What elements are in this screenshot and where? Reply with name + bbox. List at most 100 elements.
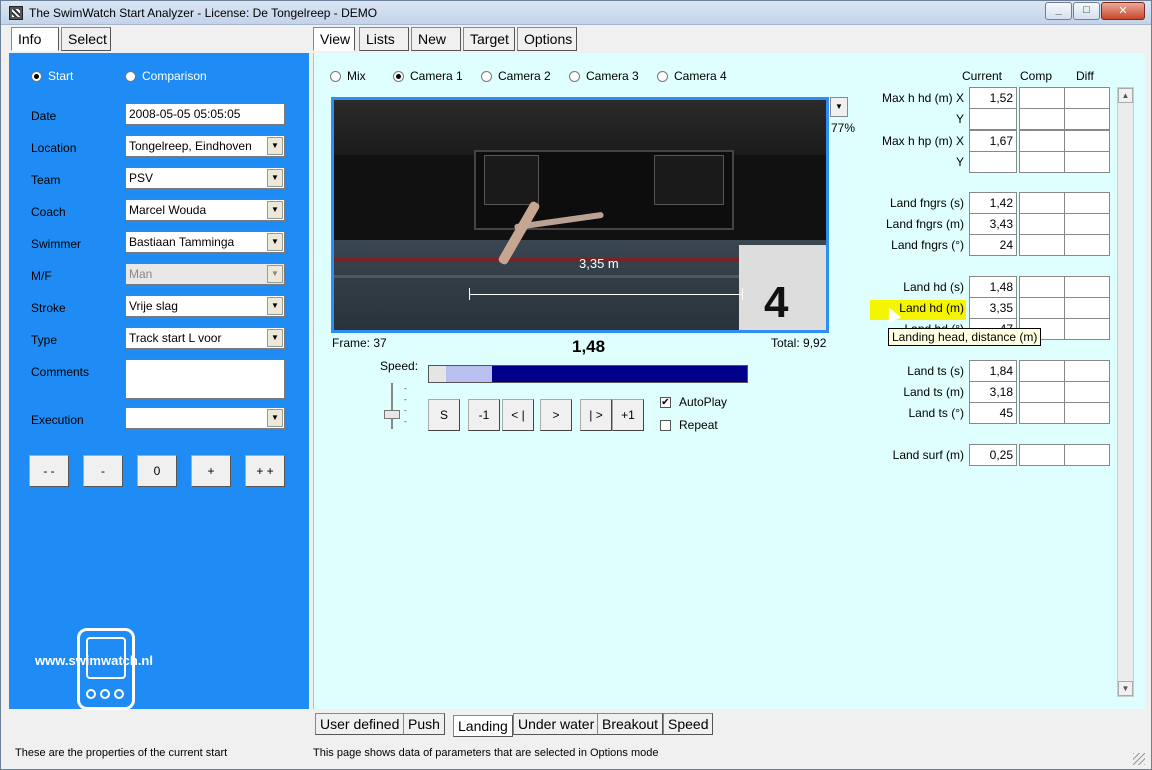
tab-lists[interactable]: Lists [359,27,409,51]
swimmer-select[interactable]: Bastiaan Tamminga ▼ [125,231,285,253]
tab-select[interactable]: Select [61,27,111,51]
camera-4-radio[interactable]: Camera 4 [657,69,727,83]
execution-select[interactable]: ▼ [125,407,285,429]
repeat-checkbox[interactable]: Repeat [660,418,718,432]
autoplay-checkbox[interactable]: ✔ AutoPlay [660,395,727,409]
team-select[interactable]: PSV ▼ [125,167,285,189]
tab-push[interactable]: Push [403,713,445,735]
tab-under-water[interactable]: Under water [513,713,600,735]
tab-user-defined[interactable]: User defined [315,713,405,735]
current-cell[interactable]: 1,67 [969,130,1017,152]
comp-cell[interactable] [1019,276,1067,298]
scroll-up-icon[interactable]: ▲ [1118,88,1133,103]
current-cell[interactable]: 1,48 [969,276,1017,298]
date-field[interactable]: 2008-05-05 05:05:05 [125,103,285,125]
dropdown-arrow-icon[interactable]: ▼ [267,297,283,315]
tab-target[interactable]: Target [463,27,515,51]
step-zero-button[interactable]: 0 [137,455,177,487]
current-cell[interactable]: 3,43 [969,213,1017,235]
camera-3-radio[interactable]: Camera 3 [569,69,639,83]
play-button[interactable]: > [540,399,572,431]
tab-info[interactable]: Info [11,27,59,51]
speed-slider-thumb[interactable] [384,410,400,419]
dropdown-arrow-icon[interactable]: ▼ [267,409,283,427]
diff-cell[interactable] [1064,87,1110,109]
type-select[interactable]: Track start L voor ▼ [125,327,285,349]
step-back-button[interactable]: < | [502,399,534,431]
step-plus-button[interactable]: + [191,455,231,487]
step-forward-button[interactable]: | > [580,399,612,431]
diff-cell[interactable] [1064,213,1110,235]
diff-cell[interactable] [1064,276,1110,298]
diff-cell[interactable] [1064,444,1110,466]
comp-cell[interactable] [1019,87,1067,109]
current-cell[interactable]: 45 [969,402,1017,424]
current-cell[interactable]: 1,52 [969,87,1017,109]
diff-cell[interactable] [1064,151,1110,173]
comments-textarea[interactable] [125,359,285,399]
diff-cell[interactable] [1064,318,1110,340]
comp-cell[interactable] [1019,151,1067,173]
camera-1-radio[interactable]: Camera 1 [393,69,463,83]
dropdown-arrow-icon[interactable]: ▼ [267,329,283,347]
forward-one-button[interactable]: +1 [612,399,644,431]
comp-cell[interactable] [1019,360,1067,382]
tab-breakout[interactable]: Breakout [597,713,664,735]
current-cell[interactable] [969,151,1017,173]
current-cell[interactable]: 24 [969,234,1017,256]
diff-cell[interactable] [1064,297,1110,319]
tab-view[interactable]: View [313,27,355,51]
back-one-button[interactable]: -1 [468,399,500,431]
diff-cell[interactable] [1064,234,1110,256]
minimize-button[interactable]: _ [1045,2,1072,20]
diff-cell[interactable] [1064,360,1110,382]
stroke-select[interactable]: Vrije slag ▼ [125,295,285,317]
speed-slider-track[interactable] [391,383,393,429]
maximize-button[interactable]: □ [1073,2,1100,20]
dropdown-arrow-icon[interactable]: ▼ [267,169,283,187]
vertical-scrollbar[interactable]: ▲ ▼ [1117,87,1134,697]
video-frame[interactable]: 4 3,35 m [331,97,829,333]
current-cell[interactable]: 3,18 [969,381,1017,403]
location-select[interactable]: Tongelreep, Eindhoven ▼ [125,135,285,157]
comparison-radio[interactable]: Comparison [125,69,207,83]
scroll-down-icon[interactable]: ▼ [1118,681,1133,696]
comp-cell[interactable] [1019,297,1067,319]
close-button[interactable]: ✕ [1101,2,1145,20]
step-double-plus-button[interactable]: + + [245,455,285,487]
camera-mix-radio[interactable]: Mix [330,69,366,83]
tab-landing[interactable]: Landing [453,715,513,737]
diff-cell[interactable] [1064,192,1110,214]
comp-cell[interactable] [1019,213,1067,235]
stop-button[interactable]: S [428,399,460,431]
current-cell[interactable]: 1,42 [969,192,1017,214]
current-cell[interactable]: 1,84 [969,360,1017,382]
current-cell[interactable] [969,108,1017,130]
diff-cell[interactable] [1064,130,1110,152]
start-radio[interactable]: Start [31,69,73,83]
diff-cell[interactable] [1064,402,1110,424]
comp-cell[interactable] [1019,192,1067,214]
step-minus-button[interactable]: - [83,455,123,487]
comp-cell[interactable] [1019,402,1067,424]
resize-grip-icon[interactable] [1133,753,1145,765]
tab-new[interactable]: New [411,27,461,51]
tab-options[interactable]: Options [517,27,577,51]
comp-cell[interactable] [1019,130,1067,152]
tab-speed[interactable]: Speed [663,713,714,735]
step-double-minus-button[interactable]: - - [29,455,69,487]
comp-cell[interactable] [1019,444,1067,466]
diff-cell[interactable] [1064,108,1110,130]
current-cell[interactable]: 3,35 [969,297,1017,319]
current-cell[interactable]: 0,25 [969,444,1017,466]
camera-2-radio[interactable]: Camera 2 [481,69,551,83]
coach-select[interactable]: Marcel Wouda ▼ [125,199,285,221]
dropdown-arrow-icon[interactable]: ▼ [267,137,283,155]
diff-cell[interactable] [1064,381,1110,403]
comp-cell[interactable] [1019,381,1067,403]
dropdown-arrow-icon[interactable]: ▼ [267,233,283,251]
playback-progress-bar[interactable] [428,365,748,383]
dropdown-arrow-icon[interactable]: ▼ [267,201,283,219]
comp-cell[interactable] [1019,234,1067,256]
comp-cell[interactable] [1019,108,1067,130]
